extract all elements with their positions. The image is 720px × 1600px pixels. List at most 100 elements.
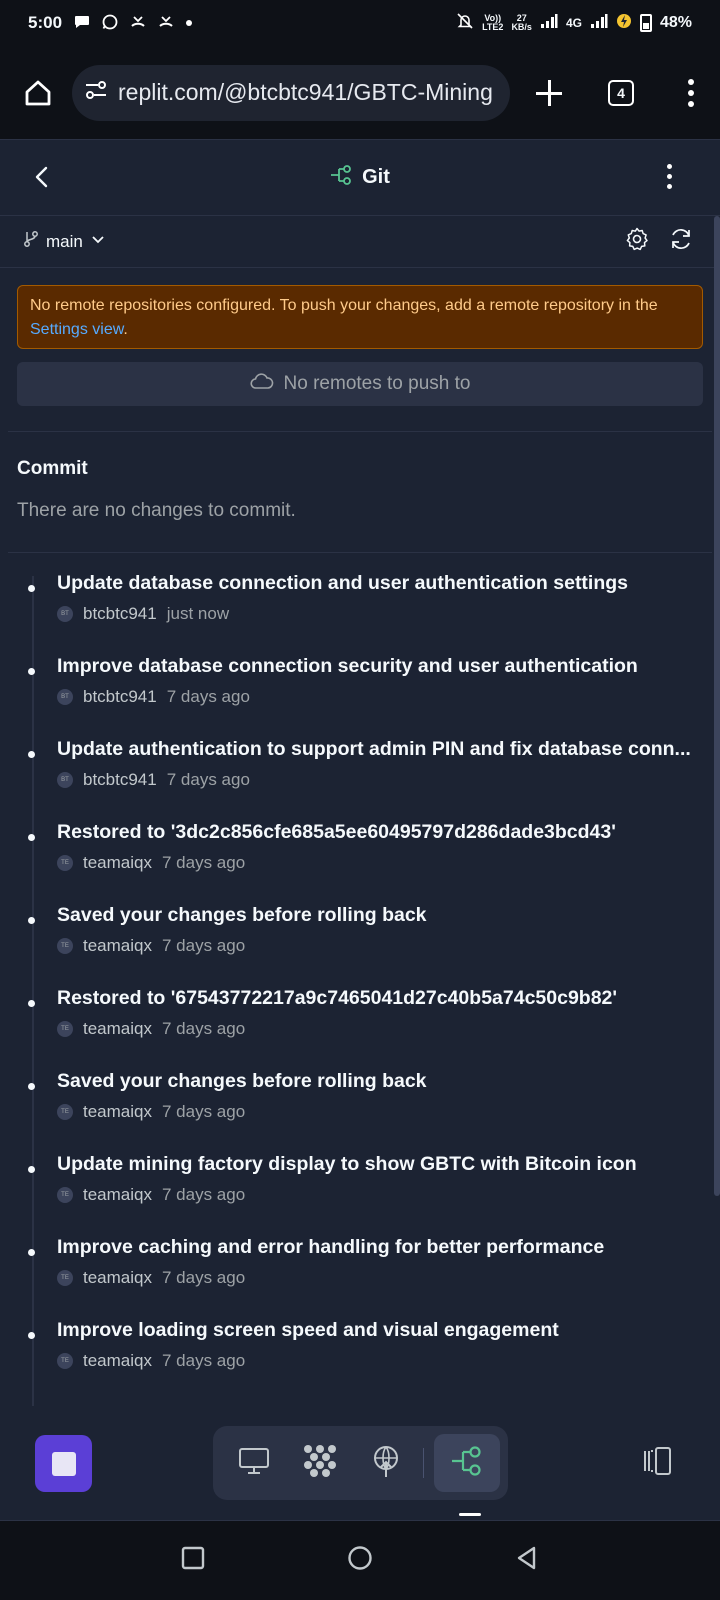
panels-icon	[640, 1447, 676, 1480]
commit-meta: TE teamaiqx 7 days ago	[57, 853, 245, 873]
missed-call-icon	[130, 14, 146, 33]
timeline-dot	[28, 585, 35, 592]
commit-empty-message: There are no changes to commit.	[17, 500, 296, 521]
address-bar[interactable]: replit.com/@btcbtc941/GBTC-Mining	[72, 64, 510, 121]
commit-author: teamaiqx	[83, 853, 152, 872]
commit-meta: TE teamaiqx 7 days ago	[57, 1185, 245, 1205]
commit-item[interactable]: Update database connection and user auth…	[0, 570, 720, 652]
webview-tool[interactable]	[221, 1434, 287, 1492]
commit-item[interactable]: Update mining factory display to show GB…	[0, 1151, 720, 1233]
site-settings-icon[interactable]	[84, 79, 108, 106]
commit-time: 7 days ago	[161, 1351, 246, 1370]
commit-message: Update mining factory display to show GB…	[57, 1153, 637, 1175]
status-time: 5:00	[28, 13, 63, 32]
commit-history-list: Update database connection and user auth…	[0, 570, 720, 1408]
network-speed: 27 KB/s	[511, 13, 532, 32]
settings-gear-icon[interactable]	[624, 226, 650, 257]
timeline-dot	[28, 751, 35, 758]
commit-author: btcbtc941	[83, 604, 157, 623]
commit-item[interactable]: Improve loading screen speed and visual …	[0, 1317, 720, 1399]
author-avatar: TE	[57, 1104, 73, 1120]
timeline-dot	[28, 1332, 35, 1339]
commit-item[interactable]: Saved your changes before rolling back TE…	[0, 902, 720, 984]
timeline-dot	[28, 917, 35, 924]
deploy-tool[interactable]	[353, 1434, 419, 1492]
chat-bubble-icon	[74, 15, 90, 32]
timeline-dot	[28, 1249, 35, 1256]
commit-time: 7 days ago	[161, 853, 246, 872]
branch-toolbar: main	[0, 216, 720, 268]
commit-message: Improve caching and error handling for b…	[57, 1236, 605, 1258]
commit-time: 7 days ago	[166, 770, 250, 789]
no-remotes-label: No remotes to push to	[283, 373, 471, 394]
signal-icon	[540, 13, 558, 34]
commit-meta: BT btcbtc941 just now	[57, 604, 229, 624]
tab-switcher-button[interactable]: 4	[608, 79, 634, 106]
git-icon	[330, 164, 354, 192]
commit-item[interactable]: Update authentication to support admin P…	[0, 736, 720, 818]
commit-meta: TE teamaiqx 7 days ago	[57, 1019, 245, 1039]
new-tab-button[interactable]	[534, 78, 564, 108]
commit-item[interactable]: Improve caching and error handling for b…	[0, 1234, 720, 1316]
author-avatar: BT	[57, 606, 73, 622]
settings-view-link[interactable]: Settings view	[30, 321, 123, 338]
commit-item[interactable]: Improve database connection security and…	[0, 653, 720, 735]
commit-author: teamaiqx	[83, 936, 152, 955]
commit-author: btcbtc941	[83, 687, 157, 706]
battery-icon	[639, 14, 652, 32]
commit-item[interactable]: Saved your changes before rolling back TE…	[0, 1068, 720, 1150]
commit-author: btcbtc941	[83, 770, 157, 789]
author-avatar: TE	[57, 855, 73, 871]
commit-item[interactable]: Restored to '67543772217a9c7465041d27c40…	[0, 985, 720, 1067]
git-tool[interactable]	[433, 1434, 500, 1492]
commit-meta: TE teamaiqx 7 days ago	[57, 936, 245, 956]
author-avatar: TE	[57, 938, 73, 954]
timeline-dot	[28, 668, 35, 675]
agent-tool[interactable]	[287, 1434, 353, 1492]
commit-author: teamaiqx	[83, 1351, 152, 1370]
divider	[8, 552, 712, 553]
layout-toggle-button[interactable]	[640, 1446, 676, 1481]
volte-indicator: Vo)) LTE2	[482, 13, 504, 32]
commit-message: Restored to '67543772217a9c7465041d27c40…	[57, 987, 618, 1009]
commit-meta: TE teamaiqx 7 days ago	[57, 1351, 245, 1371]
commit-item[interactable]: Restored to '3dc2c856cfe685a5ee60495797d…	[0, 819, 720, 901]
back-triangle-icon[interactable]	[514, 1545, 540, 1576]
commit-meta: TE teamaiqx 7 days ago	[57, 1268, 245, 1288]
signal-icon-2	[590, 13, 608, 34]
refresh-icon[interactable]	[668, 226, 694, 257]
pane-header: Git	[0, 140, 720, 216]
back-button[interactable]	[28, 162, 58, 192]
tool-separator	[423, 1448, 424, 1478]
commit-author: teamaiqx	[83, 1102, 152, 1121]
pane-menu-button[interactable]	[667, 164, 672, 189]
browser-toolbar: replit.com/@btcbtc941/GBTC-Mining 4	[0, 46, 720, 140]
timeline-dot	[28, 1000, 35, 1007]
missed-call-icon-2	[158, 14, 174, 33]
browser-menu-button[interactable]	[688, 78, 694, 107]
recent-apps-icon[interactable]	[180, 1545, 206, 1576]
commit-message: Saved your changes before rolling back	[57, 1070, 427, 1092]
commit-time: 7 days ago	[161, 1102, 246, 1121]
commit-section-title: Commit	[17, 458, 88, 479]
commit-author: teamaiqx	[83, 1185, 152, 1204]
scroll-indicator	[459, 1513, 481, 1516]
network-type: 4G	[565, 16, 582, 30]
commit-time: 7 days ago	[161, 936, 246, 955]
branch-selector[interactable]: main	[22, 230, 107, 253]
timeline-dot	[28, 1083, 35, 1090]
scrollbar[interactable]	[714, 216, 720, 1196]
commit-message: Update database connection and user auth…	[57, 572, 629, 594]
home-circle-icon[interactable]	[346, 1544, 374, 1577]
commit-time: 7 days ago	[161, 1019, 246, 1038]
home-icon[interactable]	[20, 75, 56, 111]
tool-switcher	[213, 1426, 508, 1500]
stop-button[interactable]	[35, 1435, 92, 1492]
commit-time: 7 days ago	[161, 1185, 246, 1204]
timeline-dot	[28, 834, 35, 841]
git-tool-icon	[450, 1445, 484, 1482]
timeline-dot	[28, 1166, 35, 1173]
battery-percent: 48%	[659, 14, 692, 31]
author-avatar: TE	[57, 1187, 73, 1203]
monitor-icon	[238, 1446, 270, 1481]
